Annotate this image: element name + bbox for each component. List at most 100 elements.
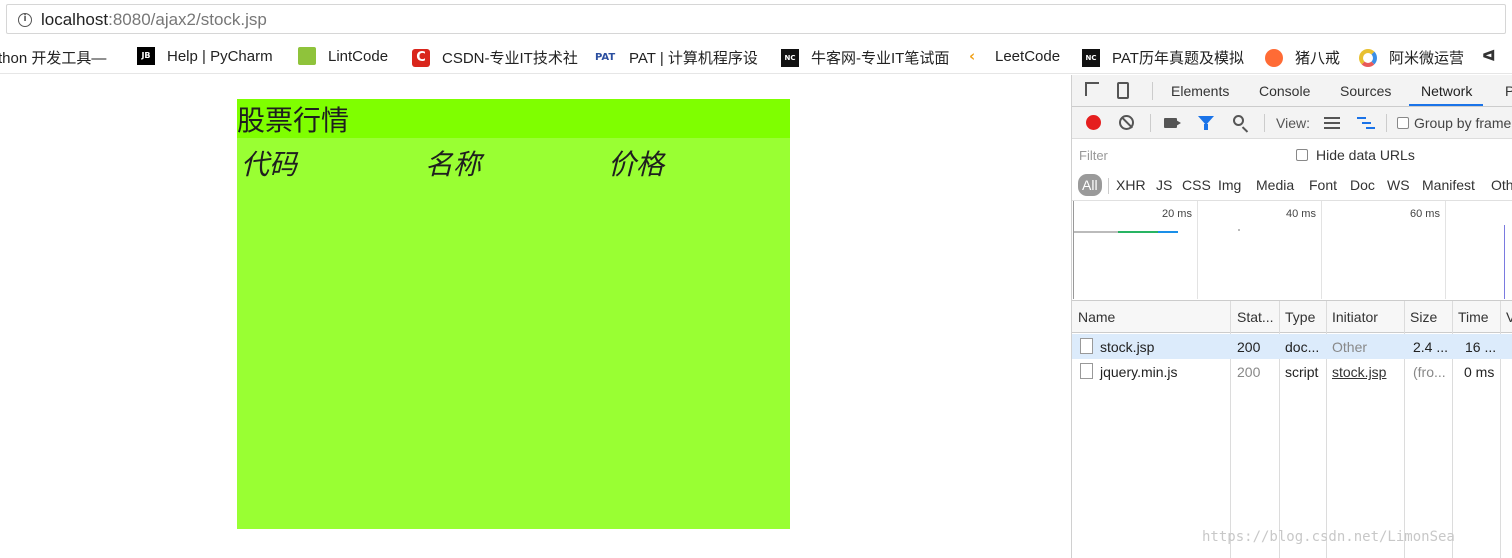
hide-data-urls-checkbox[interactable] <box>1296 149 1308 161</box>
bookmark-more[interactable]: ᐊ <box>1482 47 1512 65</box>
type-divider <box>1108 178 1109 194</box>
document-icon <box>1080 363 1093 379</box>
type-filter-js[interactable]: JS <box>1156 177 1172 193</box>
timeline-gridline <box>1197 201 1198 299</box>
tab-network[interactable]: Network <box>1409 83 1484 106</box>
group-by-frame-checkbox[interactable] <box>1397 117 1409 129</box>
csdn-icon: C <box>412 48 430 67</box>
type-filter-css[interactable]: CSS <box>1182 177 1211 193</box>
document-icon <box>1080 338 1093 354</box>
url-text[interactable]: localhost:8080/ajax2/stock.jsp <box>41 10 267 30</box>
column-status[interactable]: Stat... <box>1237 309 1274 325</box>
filter-input[interactable] <box>1077 145 1279 166</box>
timeline-tick-label: 60 ms <box>1410 208 1440 220</box>
type-filter-ws[interactable]: WS <box>1387 177 1410 193</box>
stock-title: 股票行情 <box>237 99 790 138</box>
tab-elements[interactable]: Elements <box>1171 83 1229 99</box>
device-toolbar-icon[interactable] <box>1117 82 1129 99</box>
hide-data-urls-label: Hide data URLs <box>1316 147 1415 163</box>
screenshot-icon[interactable] <box>1164 118 1181 128</box>
bookmark-label: Help | PyCharm <box>167 47 273 65</box>
column-header-price: 价格 <box>608 149 665 180</box>
requests-table-header: Name Stat... Type Initiator Size Time V <box>1072 301 1512 333</box>
jetbrains-icon: JB <box>137 47 155 65</box>
bookmark-lintcode[interactable]: LintCode <box>298 47 388 65</box>
table-row[interactable]: stock.jsp 200 doc... Other 2.4 ... 16 ..… <box>1072 334 1512 359</box>
type-filter-doc[interactable]: Doc <box>1350 177 1375 193</box>
bookmark-amiwei[interactable]: 阿米微运营 <box>1359 47 1464 68</box>
type-filter-other[interactable]: Oth <box>1491 177 1512 193</box>
bookmark-csdn[interactable]: C CSDN-专业IT技术社 <box>412 47 578 68</box>
bookmark-pycharm-help[interactable]: JB Help | PyCharm <box>137 47 273 65</box>
type-filter-media[interactable]: Media <box>1256 177 1294 193</box>
request-type: doc... <box>1285 339 1320 355</box>
inspect-element-icon[interactable] <box>1085 82 1099 96</box>
request-type: script <box>1285 364 1319 380</box>
large-rows-icon[interactable] <box>1324 117 1340 129</box>
devtools-tabbar: Elements Console Sources Network P <box>1072 75 1512 107</box>
column-waterfall[interactable]: V <box>1506 309 1512 325</box>
nowcoder-icon: NC <box>781 48 799 67</box>
request-time: 16 ... <box>1465 339 1497 355</box>
bookmark-nowcoder[interactable]: NC 牛客网-专业IT笔试面 <box>781 47 949 68</box>
column-header-code: 代码 <box>241 149 298 180</box>
record-icon[interactable] <box>1086 115 1101 130</box>
requests-table: Name Stat... Type Initiator Size Time V … <box>1072 301 1512 558</box>
amiwei-icon <box>1359 48 1377 67</box>
request-name: stock.jsp <box>1100 339 1155 355</box>
table-row[interactable]: jquery.min.js 200 script stock.jsp (fro.… <box>1072 359 1512 384</box>
timeline-gridline <box>1321 201 1322 299</box>
timeline-tick-label: 40 ms <box>1286 208 1316 220</box>
tab-console[interactable]: Console <box>1259 83 1310 99</box>
type-filter-manifest[interactable]: Manifest <box>1422 177 1475 193</box>
request-status: 200 <box>1237 364 1261 380</box>
timeline-request-bar <box>1158 231 1178 233</box>
type-filter-font[interactable]: Font <box>1309 177 1337 193</box>
type-filter-xhr[interactable]: XHR <box>1116 177 1146 193</box>
clear-icon[interactable] <box>1119 115 1134 130</box>
type-filter-img[interactable]: Img <box>1218 177 1241 193</box>
search-icon[interactable] <box>1233 115 1244 126</box>
tab-sources[interactable]: Sources <box>1340 83 1391 99</box>
chevron-left-icon: ᐊ <box>1482 47 1496 65</box>
bookmark-label: thon 开发工具— <box>0 50 107 67</box>
column-initiator[interactable]: Initiator <box>1332 309 1378 325</box>
timeline-cursor <box>1073 201 1074 299</box>
bookmark-label: 猪八戒 <box>1295 50 1341 67</box>
tab-performance[interactable]: P <box>1505 83 1512 99</box>
column-time[interactable]: Time <box>1458 309 1489 325</box>
request-status: 200 <box>1237 339 1261 355</box>
url-path: :8080/ajax2/stock.jsp <box>108 10 267 29</box>
bookmark-leetcode[interactable]: ‹ LeetCode <box>969 47 1060 65</box>
url-field[interactable]: i localhost:8080/ajax2/stock.jsp <box>6 4 1506 34</box>
timeline-gridline <box>1445 201 1446 299</box>
watermark: https://blog.csdn.net/LimonSea <box>1202 529 1455 545</box>
lintcode-icon <box>298 47 316 65</box>
info-icon[interactable]: i <box>18 13 32 27</box>
request-size: 2.4 ... <box>1413 339 1449 355</box>
column-type[interactable]: Type <box>1285 309 1315 325</box>
column-name[interactable]: Name <box>1078 309 1115 325</box>
group-by-frame-label: Group by frame <box>1414 115 1512 131</box>
request-initiator: Other <box>1332 339 1368 355</box>
view-label: View: <box>1276 115 1310 131</box>
column-size[interactable]: Size <box>1410 309 1437 325</box>
bookmark-label: 牛客网-专业IT笔试面 <box>811 50 950 67</box>
leetcode-icon: ‹ <box>969 47 976 65</box>
filter-icon[interactable] <box>1198 116 1214 130</box>
bookmark-pat[interactable]: PAT PAT | 计算机程序设 <box>595 47 758 68</box>
type-filter-all[interactable]: All <box>1078 174 1102 196</box>
waterfall-icon[interactable] <box>1357 117 1375 129</box>
bookmark-label: PAT | 计算机程序设 <box>629 50 758 67</box>
request-initiator-link[interactable]: stock.jsp <box>1332 364 1386 380</box>
bookmark-python-tools[interactable]: thon 开发工具— <box>0 47 106 68</box>
network-overview-timeline[interactable]: 20 ms 40 ms 60 ms <box>1072 201 1512 301</box>
bookmark-zbj[interactable]: 猪八戒 <box>1265 47 1340 68</box>
devtools-panel: Elements Console Sources Network P View:… <box>1071 75 1512 558</box>
zbj-icon <box>1265 48 1283 67</box>
column-header-name: 名称 <box>425 149 482 180</box>
url-host: localhost <box>41 10 109 29</box>
bookmark-pat-exams[interactable]: NC PAT历年真题及模拟 <box>1082 47 1244 68</box>
resource-type-filters: All XHR JS CSS Img Media Font Doc WS Man… <box>1072 171 1512 201</box>
pat-icon: PAT <box>595 51 616 63</box>
